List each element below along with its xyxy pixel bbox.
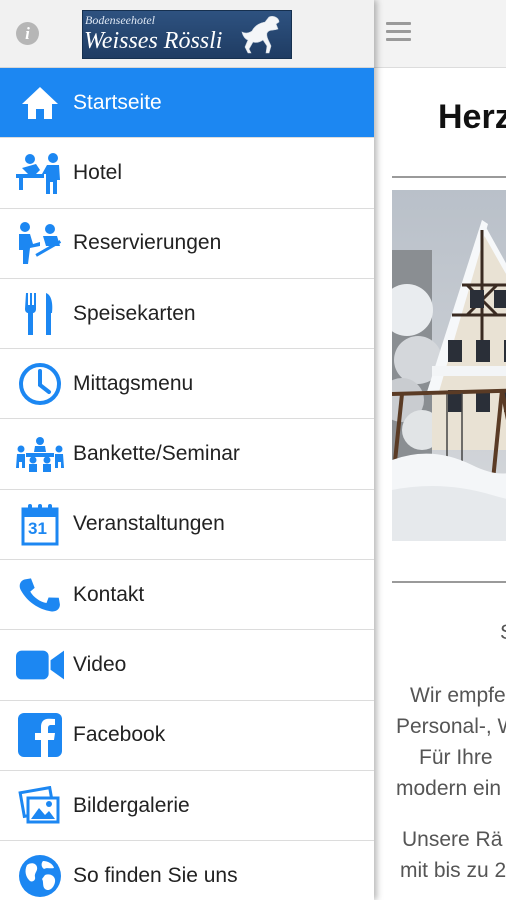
main-content: Herz Wir empfe Personal-, W Für Ihre mod… <box>374 0 506 900</box>
globe-icon <box>16 852 64 900</box>
menu-item-video[interactable]: Video <box>0 630 374 701</box>
menu-item-so-finden-sie-uns[interactable]: So finden Sie uns <box>0 841 374 900</box>
drawer-header: i Bodenseehotel Weisses Rössli <box>0 0 374 68</box>
clock-icon <box>16 360 64 408</box>
fork-knife-icon <box>16 290 64 338</box>
menu-item-facebook[interactable]: Facebook <box>0 700 374 771</box>
menu-item-bildergalerie[interactable]: Bildergalerie <box>0 770 374 842</box>
menu-item-bankette-seminar[interactable]: Bankette/Seminar <box>0 419 374 490</box>
home-icon <box>16 79 64 127</box>
menu-item-mittagsmenu[interactable]: Mittagsmenu <box>0 349 374 420</box>
calendar-day: 31 <box>28 519 47 539</box>
menu-item-label: Video <box>73 653 127 677</box>
menu-item-label: Facebook <box>73 723 166 747</box>
banquet-icon <box>16 430 64 478</box>
intro-line: Personal-, W <box>396 715 506 738</box>
intro-line: Wir empfe <box>410 684 506 707</box>
gallery-icon <box>16 782 64 830</box>
menu-item-label: Bildergalerie <box>73 793 190 817</box>
menu-item-label: Bankette/Seminar <box>73 442 240 466</box>
menu-item-label: Speisekarten <box>73 301 196 325</box>
intro-line: S <box>500 617 506 648</box>
menu-item-speisekarten[interactable]: Speisekarten <box>0 278 374 350</box>
main-toolbar <box>374 0 506 68</box>
menu-item-label: Kontakt <box>73 582 145 606</box>
menu-item-label: Reservierungen <box>73 231 222 255</box>
intro-line: Für Ihre <box>419 746 493 769</box>
drawer-menu: Startseite Hotel Reservierungen Speiseka… <box>0 68 374 900</box>
navigation-drawer: i Bodenseehotel Weisses Rössli Startseit… <box>0 0 374 900</box>
intro-line: mit bis zu 2 <box>400 859 506 882</box>
intro-line: modern ein <box>396 777 502 800</box>
menu-item-label: Startseite <box>73 90 162 114</box>
menu-item-kontakt[interactable]: Kontakt <box>0 560 374 631</box>
welcome-heading: Herz <box>438 98 506 136</box>
reception-icon <box>16 149 64 197</box>
hamburger-menu-icon[interactable] <box>386 22 411 44</box>
facebook-icon <box>16 711 64 759</box>
hotel-logo[interactable]: Bodenseehotel Weisses Rössli <box>82 10 292 59</box>
hotel-winter-photo <box>392 190 506 541</box>
menu-item-startseite[interactable]: Startseite <box>0 68 374 139</box>
intro-line: Unsere Rä <box>402 828 503 851</box>
menu-item-label: Veranstaltungen <box>73 512 225 536</box>
menu-item-hotel[interactable]: Hotel <box>0 138 374 209</box>
divider <box>392 176 506 178</box>
reservation-icon <box>16 219 64 267</box>
menu-item-label: So finden Sie uns <box>73 863 238 887</box>
logo-subtitle: Bodenseehotel <box>85 13 155 27</box>
divider <box>392 581 506 583</box>
menu-item-label: Mittagsmenu <box>73 371 194 395</box>
info-icon[interactable]: i <box>16 22 39 45</box>
menu-item-veranstaltungen[interactable]: 31 Veranstaltungen <box>0 489 374 561</box>
menu-item-label: Hotel <box>73 160 123 184</box>
calendar-icon: 31 <box>16 500 64 548</box>
menu-item-reservierungen[interactable]: Reservierungen <box>0 208 374 279</box>
logo-title: Weisses Rössli <box>84 28 223 54</box>
video-camera-icon <box>16 641 64 689</box>
horse-logo-icon <box>241 16 280 54</box>
phone-icon <box>16 571 64 619</box>
